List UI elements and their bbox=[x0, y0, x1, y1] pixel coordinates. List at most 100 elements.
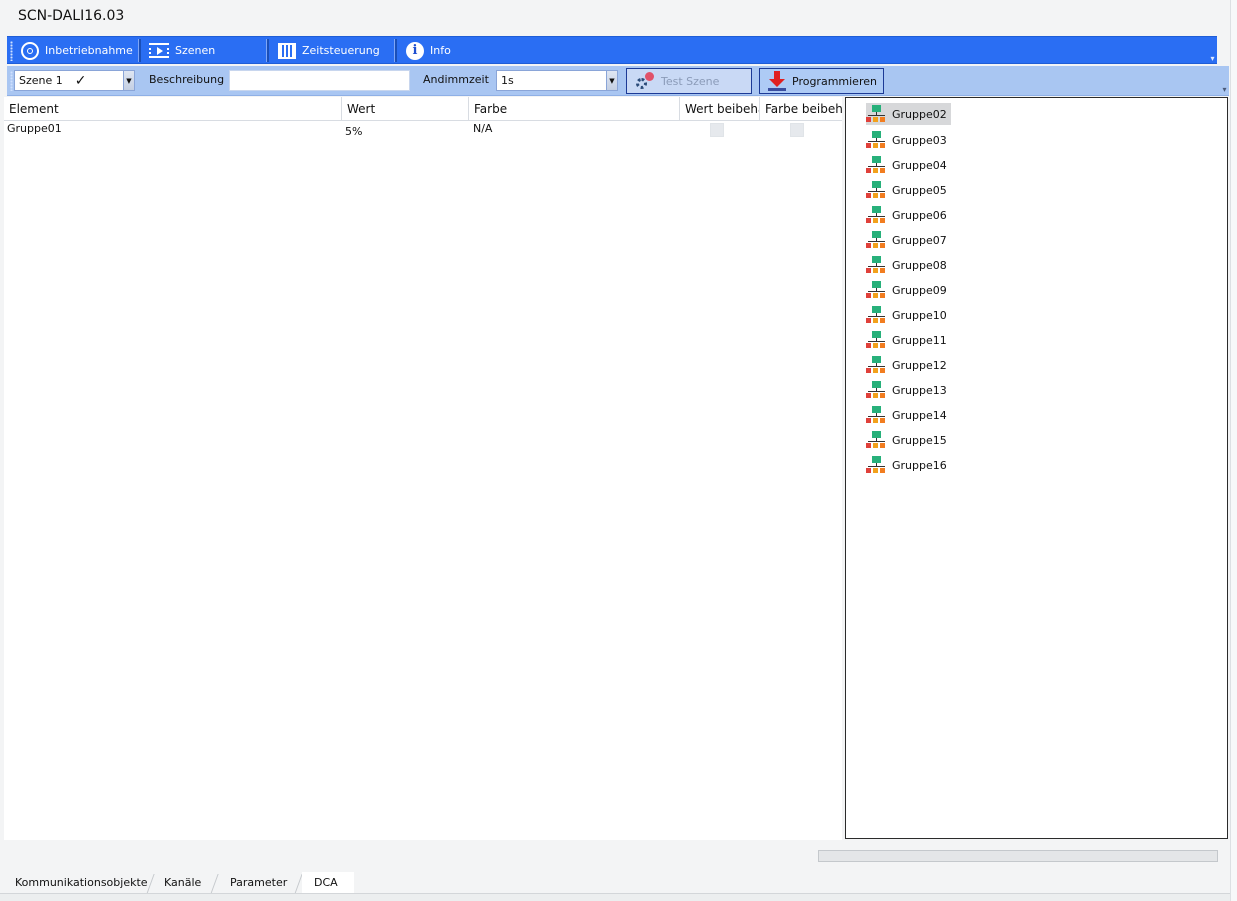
toolbar-inbetriebnahme-button[interactable]: Inbetriebnahme bbox=[21, 37, 143, 64]
status-bar bbox=[0, 893, 1237, 901]
chevron-down-icon[interactable]: ▼ bbox=[123, 71, 134, 90]
tab-parameter[interactable]: Parameter bbox=[230, 872, 287, 894]
list-item[interactable]: Gruppe04 bbox=[866, 154, 951, 176]
list-item-label: Gruppe11 bbox=[892, 333, 947, 347]
list-item-label: Gruppe10 bbox=[892, 308, 947, 322]
scene-select[interactable]: Szene 1 ✓ ▼ bbox=[14, 70, 135, 91]
group-network-icon bbox=[866, 381, 886, 399]
list-item-label: Gruppe13 bbox=[892, 383, 947, 397]
toolbar-szenen-button[interactable]: Szenen bbox=[149, 37, 271, 64]
description-input[interactable] bbox=[229, 70, 410, 91]
column-header-wert[interactable]: Wert bbox=[342, 97, 469, 121]
column-header-element[interactable]: Element bbox=[4, 97, 342, 121]
scene-select-value: Szene 1 bbox=[19, 74, 63, 87]
chevron-down-icon[interactable]: ▼ bbox=[606, 71, 617, 90]
toolbar-item-label: Inbetriebnahme bbox=[45, 44, 133, 57]
dim-time-label: Andimmzeit bbox=[423, 73, 489, 86]
list-item-label: Gruppe07 bbox=[892, 233, 947, 247]
group-network-icon bbox=[866, 131, 886, 149]
column-header-farbe-beibehalten[interactable]: Farbe beibeha bbox=[760, 97, 842, 121]
column-header-farbe[interactable]: Farbe bbox=[469, 97, 680, 121]
calendar-icon bbox=[278, 42, 296, 59]
toolbar-grip[interactable] bbox=[10, 41, 13, 61]
group-network-icon bbox=[866, 281, 886, 299]
group-network-icon bbox=[866, 256, 886, 274]
list-item[interactable]: Gruppe11 bbox=[866, 329, 951, 351]
list-item[interactable]: Gruppe05 bbox=[866, 179, 951, 201]
group-network-icon bbox=[866, 156, 886, 174]
list-item-label: Gruppe12 bbox=[892, 358, 947, 372]
test-scene-label: Test Szene bbox=[661, 74, 720, 88]
window-right-edge bbox=[1230, 0, 1237, 901]
tab-dca[interactable]: DCA bbox=[302, 872, 354, 894]
dim-time-select[interactable]: 1s ▼ bbox=[496, 70, 618, 91]
list-item-label: Gruppe05 bbox=[892, 183, 947, 197]
main-toolbar: Inbetriebnahme Szenen Zeitsteuerung i In… bbox=[7, 36, 1217, 64]
group-network-icon bbox=[866, 181, 886, 199]
list-item[interactable]: Gruppe02 bbox=[866, 103, 951, 125]
program-button[interactable]: Programmieren bbox=[759, 68, 884, 94]
gears-icon bbox=[635, 72, 655, 90]
list-item[interactable]: Gruppe08 bbox=[866, 254, 951, 276]
table-row[interactable]: Gruppe01 5% N/A bbox=[4, 121, 842, 141]
list-item-label: Gruppe09 bbox=[892, 283, 947, 297]
download-arrow-icon bbox=[768, 71, 786, 91]
toolbar-item-label: Zeitsteuerung bbox=[302, 44, 380, 57]
cell-element: Gruppe01 bbox=[7, 122, 62, 135]
group-network-icon bbox=[866, 356, 886, 374]
group-network-icon bbox=[866, 231, 886, 249]
list-item-label: Gruppe14 bbox=[892, 408, 947, 422]
scene-toolbar: Szene 1 ✓ ▼ Beschreibung Andimmzeit 1s ▼… bbox=[7, 66, 1229, 96]
list-item-label: Gruppe06 bbox=[892, 208, 947, 222]
tab-separator bbox=[210, 874, 219, 894]
test-scene-button[interactable]: Test Szene bbox=[626, 68, 752, 94]
tab-kommunikationsobjekte[interactable]: Kommunikationsobjekte bbox=[15, 872, 148, 894]
list-item[interactable]: Gruppe07 bbox=[866, 229, 951, 251]
group-network-icon bbox=[866, 406, 886, 424]
group-network-icon bbox=[866, 306, 886, 324]
group-network-icon bbox=[866, 331, 886, 349]
list-item[interactable]: Gruppe10 bbox=[866, 304, 951, 326]
list-item[interactable]: Gruppe13 bbox=[866, 379, 951, 401]
toolbar-overflow-icon[interactable]: ▾ bbox=[1208, 54, 1217, 63]
horizontal-scrollbar[interactable] bbox=[818, 850, 1218, 862]
description-label: Beschreibung bbox=[149, 73, 225, 86]
list-item[interactable]: Gruppe12 bbox=[866, 354, 951, 376]
group-network-icon bbox=[866, 105, 886, 123]
toolbar-overflow-icon[interactable]: ▾ bbox=[1220, 85, 1229, 94]
wert-beibehalten-checkbox[interactable] bbox=[710, 123, 724, 137]
window-title: SCN-DALI16.03 bbox=[18, 8, 125, 24]
toolbar-separator bbox=[394, 39, 397, 62]
group-network-icon bbox=[866, 456, 886, 474]
toolbar-info-button[interactable]: i Info bbox=[406, 37, 466, 64]
cell-farbe[interactable]: N/A bbox=[470, 121, 492, 141]
group-network-icon bbox=[866, 206, 886, 224]
list-item-label: Gruppe16 bbox=[892, 458, 947, 472]
program-label: Programmieren bbox=[792, 74, 877, 88]
toolbar-separator bbox=[266, 39, 269, 62]
toolbar-item-label: Szenen bbox=[175, 44, 216, 57]
list-item[interactable]: Gruppe15 bbox=[866, 429, 951, 451]
list-item-label: Gruppe15 bbox=[892, 433, 947, 447]
grid-header: Element Wert Farbe Wert beibeha Farbe be… bbox=[4, 97, 842, 121]
list-item[interactable]: Gruppe09 bbox=[866, 279, 951, 301]
list-item[interactable]: Gruppe16 bbox=[866, 454, 951, 476]
farbe-beibehalten-checkbox[interactable] bbox=[790, 123, 804, 137]
group-network-icon bbox=[866, 431, 886, 449]
scene-film-icon bbox=[149, 43, 169, 58]
list-item[interactable]: Gruppe14 bbox=[866, 404, 951, 426]
scene-checkmark-icon: ✓ bbox=[74, 72, 87, 89]
group-list-panel: Gruppe02 Gruppe03 Gruppe04 Gruppe05 Grup… bbox=[845, 97, 1228, 839]
list-item-label: Gruppe02 bbox=[892, 107, 947, 121]
column-header-wert-beibehalten[interactable]: Wert beibeha bbox=[680, 97, 760, 121]
tab-kanaele[interactable]: Kanäle bbox=[164, 872, 201, 894]
toolbar-separator bbox=[138, 39, 141, 62]
list-item-label: Gruppe03 bbox=[892, 133, 947, 147]
list-item[interactable]: Gruppe06 bbox=[866, 204, 951, 226]
list-item-label: Gruppe04 bbox=[892, 158, 947, 172]
toolbar-zeitsteuerung-button[interactable]: Zeitsteuerung bbox=[278, 37, 396, 64]
list-item[interactable]: Gruppe03 bbox=[866, 129, 951, 151]
scene-elements-grid: Element Wert Farbe Wert beibeha Farbe be… bbox=[4, 97, 842, 840]
toolbar-grip[interactable] bbox=[10, 71, 13, 91]
cell-wert[interactable]: 5% bbox=[342, 124, 362, 144]
